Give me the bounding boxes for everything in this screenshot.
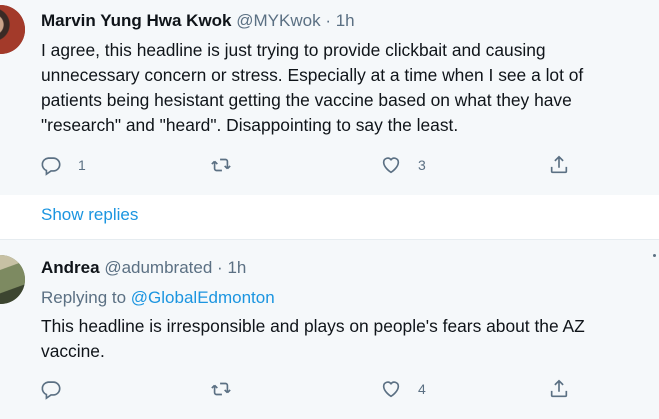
tweet[interactable]: Andrea @adumbrated · 1h Replying to @Glo… (0, 240, 659, 419)
avatar[interactable] (0, 5, 25, 54)
retweet-icon (211, 158, 231, 172)
replying-to: Replying to @GlobalEdmonton (41, 288, 275, 308)
author-name[interactable]: Andrea (41, 258, 100, 277)
retweet-icon (211, 382, 231, 396)
show-replies-link[interactable]: Show replies (41, 205, 138, 225)
share-button[interactable] (548, 152, 570, 178)
author-handle[interactable]: @MYKwok (236, 11, 320, 30)
tweet-header: Marvin Yung Hwa Kwok @MYKwok · 1h (41, 11, 355, 31)
tweet[interactable]: Marvin Yung Hwa Kwok @MYKwok · 1h I agre… (0, 0, 659, 195)
replying-mention-link[interactable]: @GlobalEdmonton (131, 288, 275, 307)
tweet-text: I agree, this headline is just trying to… (41, 40, 584, 135)
timestamp[interactable]: 1h (336, 11, 355, 30)
share-icon (550, 155, 568, 174)
reply-count: 1 (78, 157, 86, 173)
reply-button[interactable]: 1 (40, 152, 86, 178)
reply-icon (41, 157, 61, 176)
tweet-actions: 1 3 (40, 152, 600, 178)
like-count: 3 (418, 157, 426, 173)
like-icon (382, 157, 400, 174)
like-button[interactable]: 4 (380, 376, 426, 402)
more-button[interactable] (653, 254, 657, 258)
retweet-button[interactable] (210, 376, 248, 402)
separator-dot: · (325, 11, 331, 30)
replying-prefix: Replying to (41, 288, 127, 307)
share-icon (550, 379, 568, 398)
like-count: 4 (418, 381, 426, 397)
share-button[interactable] (548, 376, 570, 402)
reply-button[interactable] (40, 376, 78, 402)
tweet-text: This headline is irresponsible and plays… (41, 316, 585, 361)
timestamp[interactable]: 1h (227, 258, 246, 277)
like-button[interactable]: 3 (380, 152, 426, 178)
author-name[interactable]: Marvin Yung Hwa Kwok (41, 11, 232, 30)
separator-dot: · (217, 258, 223, 277)
avatar[interactable] (0, 255, 25, 304)
tweet-actions: 4 (40, 376, 600, 402)
author-handle[interactable]: @adumbrated (104, 258, 212, 277)
tweet-header: Andrea @adumbrated · 1h (41, 258, 246, 278)
more-icon (653, 254, 656, 257)
reply-icon (41, 381, 61, 400)
retweet-button[interactable] (210, 152, 248, 178)
like-icon (382, 381, 400, 398)
